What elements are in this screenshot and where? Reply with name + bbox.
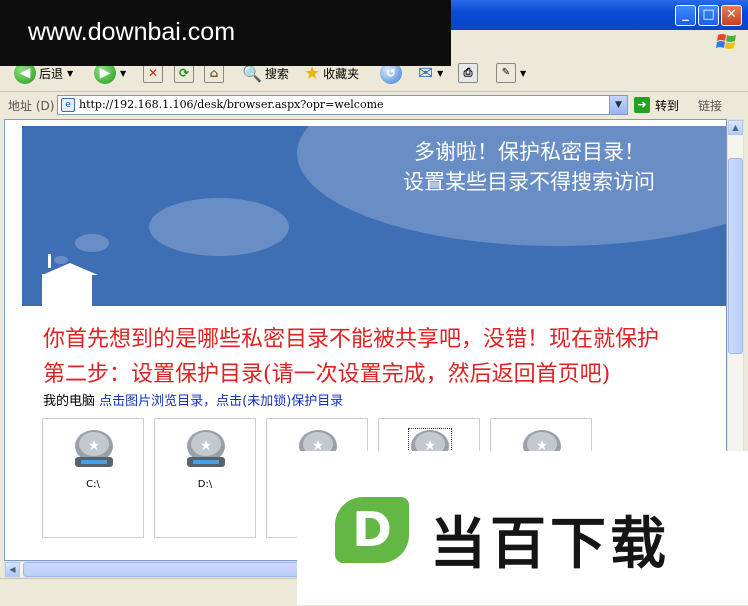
banner-cloud-shape — [149, 198, 289, 256]
svg-text:★: ★ — [88, 438, 101, 454]
house-icon — [42, 274, 92, 306]
breadcrumb: 我的电脑 点击图片浏览目录，点击(未加锁)保护目录 — [43, 390, 343, 409]
breadcrumb-my-computer: 我的电脑 — [43, 394, 96, 409]
links-button[interactable]: 链接 — [698, 97, 722, 114]
brand-mark-letter: D — [352, 502, 392, 558]
close-button[interactable]: ✕ — [721, 5, 742, 26]
go-label: 转到 — [655, 98, 680, 113]
drive-label: C:\ — [86, 479, 100, 490]
edit-button[interactable]: ✎ ▼ — [496, 59, 526, 87]
search-label: 搜索 — [264, 66, 289, 81]
step-two-text: 第二步：设置保护目录(请一次设置完成，然后返回首页吧) — [43, 362, 611, 387]
search-icon: 🔍 — [242, 63, 262, 83]
welcome-banner: 多谢啦！保护私密目录！ 设置某些目录不得搜索访问 — [22, 126, 726, 306]
page-icon: e — [61, 98, 75, 112]
browse-directory-link[interactable]: 点击图片浏览目录，点击(未加锁)保护目录 — [99, 394, 343, 409]
home-icon: ⌂ — [204, 63, 224, 83]
svg-text:★: ★ — [200, 438, 213, 454]
scroll-up-button[interactable]: ▲ — [728, 120, 743, 135]
address-input[interactable]: e http://192.168.1.106/desk/browser.aspx… — [57, 95, 628, 115]
go-button[interactable]: ➜ 转到 — [634, 95, 679, 115]
banner-title: 多谢啦！保护私密目录！ — [414, 140, 645, 164]
brand-logo-icon: D — [335, 497, 409, 563]
address-dropdown-button[interactable]: ▼ — [609, 96, 627, 114]
back-label: 后退 — [39, 66, 64, 81]
drive-icon: ★ — [75, 430, 113, 467]
print-button[interactable]: ⎙ — [458, 59, 478, 87]
chevron-down-icon: ▼ — [437, 68, 444, 78]
minimize-button[interactable]: _ — [675, 5, 696, 26]
address-label: 地址 (D) — [8, 99, 55, 113]
watermark-site: www.downbai.com — [0, 0, 451, 66]
windows-logo-icon — [716, 34, 736, 49]
banner-subtitle: 设置某些目录不得搜索访问 — [403, 170, 655, 194]
vertical-scroll-thumb[interactable] — [728, 158, 743, 354]
chevron-down-icon: ▼ — [120, 68, 127, 78]
refresh-icon: ⟳ — [174, 63, 194, 83]
drive-card[interactable]: ★ D:\ — [154, 418, 256, 538]
drive-card[interactable]: ★ C:\ — [42, 418, 144, 538]
maximize-button[interactable]: □ — [698, 5, 719, 26]
edit-icon: ✎ — [496, 63, 516, 83]
intro-text: 你首先想到的是哪些私密目录不能被共享吧，没错！现在就保护 — [43, 327, 660, 352]
chevron-down-icon: ▼ — [67, 68, 74, 78]
drive-label: D:\ — [197, 479, 213, 490]
address-bar: 地址 (D) e http://192.168.1.106/desk/brows… — [0, 92, 748, 118]
favorites-label: 收藏夹 — [323, 66, 360, 81]
horizontal-scroll-thumb[interactable] — [23, 562, 343, 577]
banner-cloud-shape — [75, 234, 109, 252]
chevron-down-icon: ▼ — [520, 68, 527, 78]
stop-icon: ✕ — [143, 63, 163, 83]
printer-icon: ⎙ — [458, 63, 478, 83]
drive-icon: ★ — [187, 430, 225, 467]
brand-name: 当百下载 — [430, 512, 670, 577]
scroll-left-button[interactable]: ◀ — [5, 562, 20, 577]
go-arrow-icon: ➜ — [634, 97, 650, 113]
address-url: http://192.168.1.106/desk/browser.aspx?o… — [79, 98, 384, 111]
watermark-logo: D 当百下载 — [297, 451, 748, 605]
